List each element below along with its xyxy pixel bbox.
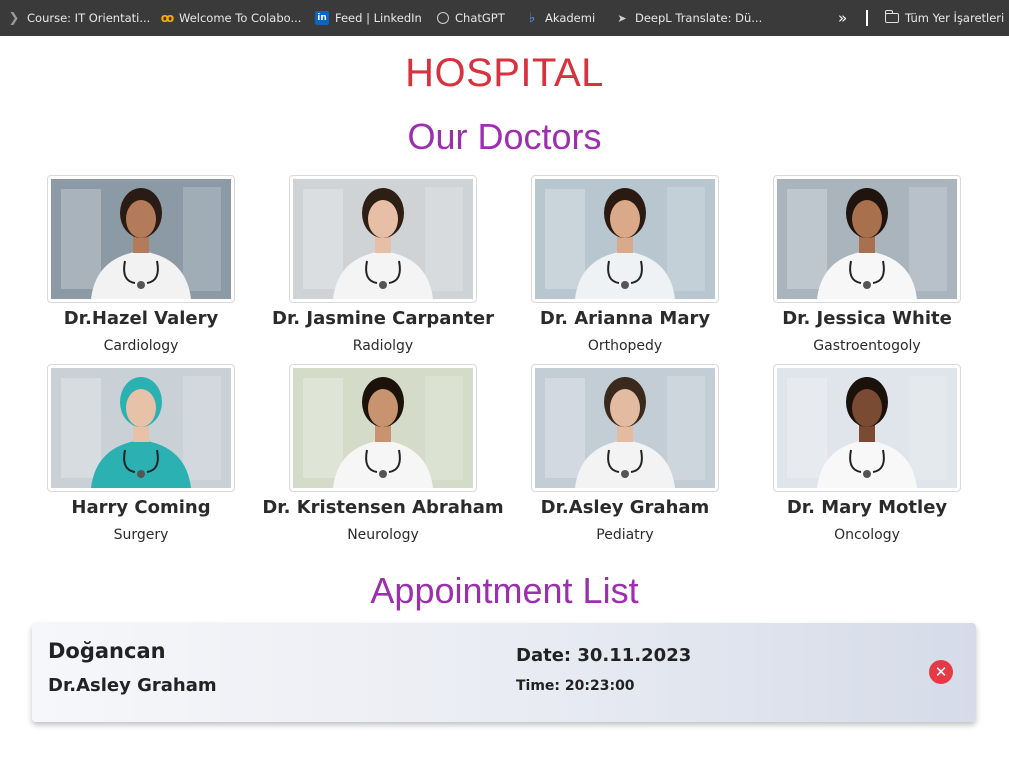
colab-icon: oo <box>160 11 175 25</box>
all-bookmarks-button[interactable]: Tüm Yer İşaretleri <box>884 0 1005 36</box>
bookmarks-bar: ❯ Course: IT Orientati... oo Welcome To … <box>0 0 1009 36</box>
doctor-portrait-icon <box>293 368 473 488</box>
bookmark-label: Welcome To Colabo... <box>179 11 302 25</box>
doctor-image <box>777 368 957 488</box>
doctor-image <box>293 368 473 488</box>
appointment-time: Time: 20:23:00 <box>516 678 635 694</box>
bookmark-label: Akademi <box>545 11 596 25</box>
doctor-image <box>777 179 957 299</box>
doctor-department: Surgery <box>113 527 169 543</box>
page-title: HOSPITAL <box>405 51 604 95</box>
doctor-photo <box>773 175 961 303</box>
appointment-date: Date: 30.11.2023 <box>516 645 692 666</box>
folder-icon <box>884 10 899 23</box>
doctor-photo <box>773 364 961 492</box>
doctor-portrait-icon <box>51 179 231 299</box>
doctor-portrait-icon <box>777 368 957 488</box>
doctor-photo <box>47 175 235 303</box>
doctor-photo <box>289 364 477 492</box>
doctor-portrait-icon <box>535 368 715 488</box>
doctor-department: Neurology <box>347 527 419 543</box>
doctor-card: Harry Coming Surgery <box>20 364 262 543</box>
doctor-department: Radiolgy <box>352 338 414 354</box>
doctor-portrait-icon <box>535 179 715 299</box>
appointment-patient-name: Doğancan <box>48 639 166 663</box>
doctors-heading: Our Doctors <box>407 116 602 157</box>
doctor-department: Orthopedy <box>587 338 663 354</box>
bookmark-deepl[interactable]: ➤ DeepL Translate: Dü... <box>615 0 762 36</box>
bookmark-colab[interactable]: oo Welcome To Colabo... <box>159 0 302 36</box>
appointment-card: Doğancan Dr.Asley Graham Date: 30.11.202… <box>32 623 976 722</box>
bookmark-chatgpt[interactable]: ChatGPT <box>437 0 505 36</box>
bookmarks-divider <box>866 10 868 26</box>
bookmark-label: Feed | LinkedIn <box>335 11 422 25</box>
course-icon: ❯ <box>8 10 20 26</box>
delete-appointment-button[interactable]: ✕ <box>929 660 953 684</box>
all-bookmarks-label: Tüm Yer İşaretleri <box>905 11 1005 25</box>
doctor-photo <box>531 364 719 492</box>
doctor-name: Dr. Jessica White <box>782 308 952 329</box>
doctor-name: Dr. Kristensen Abraham <box>262 497 504 518</box>
doctor-image <box>51 368 231 488</box>
doctor-department: Oncology <box>834 527 900 543</box>
deepl-icon: ➤ <box>617 11 627 25</box>
doctor-portrait-icon <box>51 368 231 488</box>
close-icon: ✕ <box>934 663 948 681</box>
doctor-card: Dr. Jessica White Gastroentogoly <box>746 175 988 354</box>
doctor-department: Pediatry <box>596 527 654 543</box>
bookmark-label: Course: IT Orientati... <box>27 11 151 25</box>
bookmark-linkedin[interactable]: in Feed | LinkedIn <box>315 0 422 36</box>
doctor-department: Cardiology <box>103 338 179 354</box>
doctor-photo <box>531 175 719 303</box>
doctor-card: Dr. Mary Motley Oncology <box>746 364 988 543</box>
doctor-name: Dr. Mary Motley <box>786 497 948 518</box>
doctor-card: Dr. Jasmine Carpanter Radiolgy <box>262 175 504 354</box>
appointment-doctor-name: Dr.Asley Graham <box>48 675 217 696</box>
doctor-image <box>535 368 715 488</box>
appointments-heading: Appointment List <box>370 570 639 611</box>
bookmark-label: ChatGPT <box>455 11 505 25</box>
doctor-card: Dr. Kristensen Abraham Neurology <box>262 364 504 543</box>
doctor-image <box>51 179 231 299</box>
bookmarks-overflow-button[interactable]: » <box>838 0 847 36</box>
bookmark-course[interactable]: ❯ Course: IT Orientati... <box>7 0 151 36</box>
bookmark-akademi[interactable]: ♭ Akademi <box>525 0 595 36</box>
bookmark-label: DeepL Translate: Dü... <box>635 11 763 25</box>
doctor-card: Dr.Hazel Valery Cardiology <box>20 175 262 354</box>
doctor-portrait-icon <box>293 179 473 299</box>
akademi-icon: ♭ <box>528 10 536 26</box>
doctor-image <box>535 179 715 299</box>
doctor-card: Dr. Arianna Mary Orthopedy <box>504 175 746 354</box>
doctor-photo <box>47 364 235 492</box>
doctor-name: Dr.Asley Graham <box>540 497 710 518</box>
doctor-department: Gastroentogoly <box>813 338 921 354</box>
doctor-card: Dr.Asley Graham Pediatry <box>504 364 746 543</box>
doctor-name: Dr. Jasmine Carpanter <box>272 308 494 329</box>
doctor-photo <box>289 175 477 303</box>
doctor-name: Dr. Arianna Mary <box>539 308 711 329</box>
doctor-image <box>293 179 473 299</box>
chatgpt-icon <box>437 12 449 24</box>
doctor-name: Dr.Hazel Valery <box>63 308 219 329</box>
doctor-portrait-icon <box>777 179 957 299</box>
linkedin-icon: in <box>315 11 329 25</box>
doctor-name: Harry Coming <box>71 497 211 518</box>
